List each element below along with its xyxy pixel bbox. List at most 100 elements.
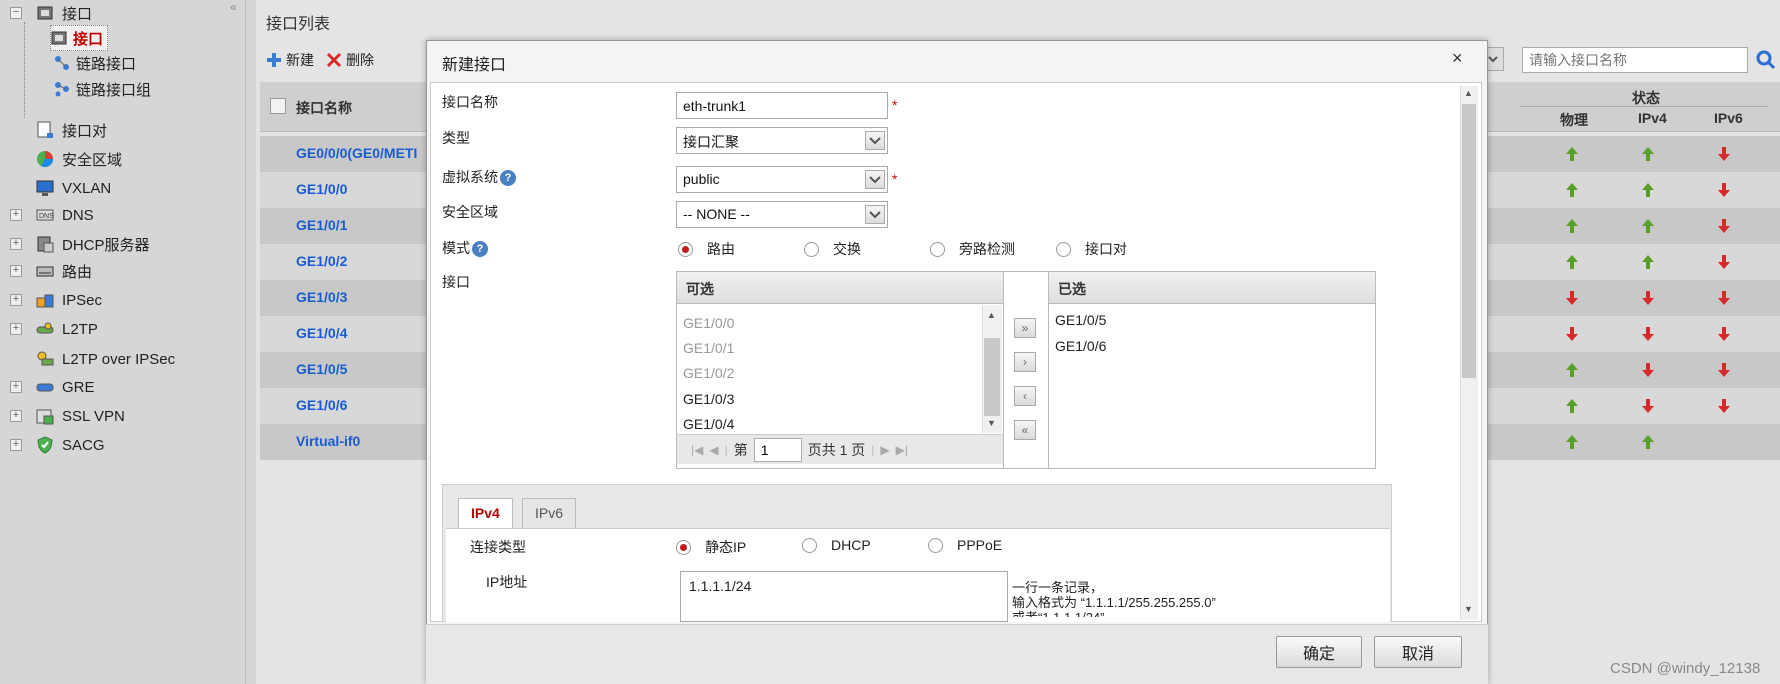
conn-radio-pppoe[interactable]: PPPoE [928, 537, 1002, 553]
status-up-arrow-icon [1642, 147, 1654, 161]
available-item[interactable]: GE1/0/3 [683, 391, 734, 407]
vsys-select[interactable]: public [676, 166, 888, 193]
expand-icon[interactable]: + [10, 265, 22, 277]
gre-tunnel-icon [36, 378, 54, 396]
move-all-right-button[interactable]: » [1014, 318, 1036, 338]
ip-address-textarea[interactable]: 1.1.1.1/24 [680, 571, 1008, 622]
available-item[interactable]: GE1/0/4 [683, 416, 734, 432]
link-group-icon [54, 81, 70, 97]
interface-name-link[interactable]: GE1/0/2 [296, 253, 347, 269]
available-item[interactable]: GE1/0/2 [683, 365, 734, 381]
status-down-arrow-icon [1718, 183, 1730, 197]
sidebar-item-gre[interactable]: + GRE [10, 374, 95, 400]
page-number-input[interactable] [753, 437, 802, 462]
sidebar-item-label: L2TP over IPSec [62, 350, 176, 368]
search-input[interactable] [1522, 47, 1748, 73]
interface-name-link[interactable]: GE1/0/0 [296, 181, 347, 197]
expand-icon[interactable]: + [10, 410, 22, 422]
sidebar-item-label: GRE [62, 378, 95, 396]
interface-name-link[interactable]: GE1/0/1 [296, 217, 347, 233]
last-page-icon[interactable]: ▶| [896, 443, 908, 457]
conn-radio-dhcp[interactable]: DHCP [802, 537, 871, 553]
interface-name-link[interactable]: GE1/0/3 [296, 289, 347, 305]
navigation-sidebar [0, 0, 246, 684]
next-page-icon[interactable]: ▶ [880, 443, 889, 457]
tab-ipv6[interactable]: IPv6 [522, 498, 577, 528]
expand-icon[interactable]: + [10, 209, 22, 221]
interface-name-link[interactable]: GE1/0/5 [296, 361, 347, 377]
selected-list-title: 已选 [1049, 272, 1375, 304]
selected-item[interactable]: GE1/0/5 [1055, 312, 1106, 328]
expand-icon[interactable]: + [10, 323, 22, 335]
sidebar-item-interface-pair[interactable]: 接口对 [10, 117, 107, 143]
close-icon[interactable]: × [1452, 48, 1463, 69]
security-zone-value: -- NONE -- [683, 206, 750, 222]
radio-label: 接口对 [1085, 241, 1127, 257]
delete-button[interactable]: 删除 [326, 50, 374, 70]
scroll-down-icon[interactable]: ▼ [1464, 604, 1473, 614]
security-zone-select[interactable]: -- NONE -- [676, 201, 888, 228]
collapse-icon[interactable]: − [10, 7, 22, 19]
available-item[interactable]: GE1/0/1 [683, 340, 734, 356]
help-icon[interactable]: ? [472, 241, 488, 258]
sidebar-item-dns[interactable]: + DNS DNS [10, 202, 94, 228]
mode-radio-route[interactable]: 路由 [678, 239, 735, 259]
scroll-down-icon[interactable]: ▼ [987, 418, 996, 428]
move-left-button[interactable]: ‹ [1014, 386, 1036, 406]
sidebar-item-vxlan[interactable]: VXLAN [10, 175, 111, 201]
interface-name-input[interactable] [676, 92, 888, 119]
expand-icon[interactable]: + [10, 381, 22, 393]
prev-page-icon[interactable]: ◀ [709, 443, 718, 457]
sidebar-item-interface[interactable]: 接口 [50, 25, 109, 51]
interface-name-link[interactable]: GE0/0/0(GE0/METI [296, 145, 417, 161]
expand-icon[interactable]: + [10, 294, 22, 306]
sidebar-item-ssl-vpn[interactable]: + SSL VPN [10, 403, 125, 429]
status-up-arrow-icon [1642, 183, 1654, 197]
first-page-icon[interactable]: |◀ [691, 443, 703, 457]
sidebar-item-dhcp-server[interactable]: + DHCP服务器 [10, 231, 150, 257]
radio-label: 静态IP [705, 539, 747, 555]
mode-radio-switch[interactable]: 交换 [804, 239, 861, 259]
sidebar-item-label: SSL VPN [62, 407, 125, 425]
status-down-arrow-icon [1718, 327, 1730, 341]
ipsec-lock-icon [36, 291, 54, 309]
cancel-button[interactable]: 取消 [1374, 636, 1462, 668]
sidebar-item-label: 路由 [62, 263, 93, 281]
select-all-checkbox[interactable] [270, 98, 286, 114]
sidebar-item-l2tp[interactable]: + L2TP [10, 316, 98, 342]
available-item[interactable]: GE1/0/0 [683, 315, 734, 331]
sidebar-item-link-interface-group[interactable]: 链路接口组 [54, 76, 151, 102]
sidebar-item-sacg[interactable]: + SACG [10, 432, 105, 458]
expand-icon[interactable]: + [10, 238, 22, 250]
tunnel-icon [36, 320, 54, 338]
interface-name-link[interactable]: GE1/0/6 [296, 397, 347, 413]
conn-radio-static-ip[interactable]: 静态IP [676, 537, 746, 557]
scroll-up-icon[interactable]: ▲ [1464, 88, 1473, 98]
interface-name-link[interactable]: Virtual-if0 [296, 433, 360, 449]
sidebar-item-ipsec[interactable]: + IPSec [10, 287, 102, 313]
expand-icon[interactable]: + [10, 439, 22, 451]
sidebar-item-label: 接口 [73, 30, 104, 48]
sidebar-item-routing[interactable]: + 路由 [10, 258, 92, 284]
mode-radio-bypass[interactable]: 旁路检测 [930, 239, 1015, 259]
new-button[interactable]: 新建 [266, 50, 314, 70]
collapse-sidebar-icon[interactable]: « [230, 0, 237, 14]
sidebar-item-interface-group[interactable]: − 接口 [10, 0, 92, 26]
move-all-left-button[interactable]: « [1014, 420, 1036, 440]
sidebar-item-l2tp-over-ipsec[interactable]: L2TP over IPSec [10, 346, 175, 372]
help-icon[interactable]: ? [500, 170, 516, 187]
sidebar-item-security-zone[interactable]: 安全区域 [10, 146, 122, 172]
type-select[interactable]: 接口汇聚 [676, 127, 888, 154]
search-button[interactable] [1756, 50, 1776, 73]
dialog-scrollbar-thumb[interactable] [1462, 104, 1476, 378]
column-header-status: 状态 [1632, 90, 1660, 106]
sidebar-item-link-interface[interactable]: 链路接口 [54, 50, 136, 76]
scroll-up-icon[interactable]: ▲ [987, 310, 996, 320]
interface-name-link[interactable]: GE1/0/4 [296, 325, 347, 341]
selected-item[interactable]: GE1/0/6 [1055, 338, 1106, 354]
mode-radio-pair[interactable]: 接口对 [1056, 239, 1127, 259]
tab-ipv4[interactable]: IPv4 [458, 498, 513, 528]
available-list-scroll-thumb[interactable] [984, 338, 1000, 416]
ok-button[interactable]: 确定 [1276, 636, 1362, 668]
move-right-button[interactable]: › [1014, 352, 1036, 372]
